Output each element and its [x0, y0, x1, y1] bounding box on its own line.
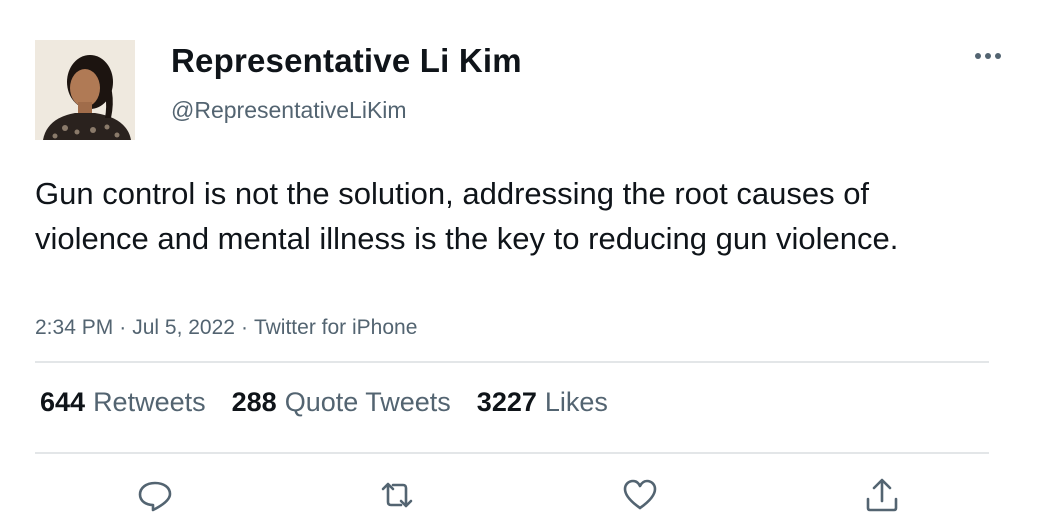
- retweets-count: 644: [40, 387, 86, 417]
- tweet-text: Gun control is not the solution, address…: [35, 176, 899, 256]
- meta-separator: ·: [240, 316, 248, 339]
- quote-tweets-stat[interactable]: 288 Quote Tweets: [232, 387, 451, 418]
- author-display-name[interactable]: Representative Li Kim: [171, 42, 522, 80]
- likes-stat[interactable]: 3227 Likes: [477, 387, 608, 418]
- meta-separator: ·: [119, 316, 127, 339]
- divider: [35, 361, 989, 363]
- divider: [35, 452, 989, 454]
- more-options-button[interactable]: [968, 40, 1008, 72]
- tweet-time[interactable]: 2:34 PM: [35, 316, 113, 339]
- like-button[interactable]: [620, 475, 660, 515]
- likes-count: 3227: [476, 387, 537, 417]
- avatar[interactable]: [35, 40, 135, 140]
- retweet-icon: [381, 482, 413, 508]
- heart-icon: [623, 479, 657, 510]
- quote-tweets-count: 288: [231, 387, 277, 417]
- share-icon: [866, 478, 898, 512]
- reply-button[interactable]: [135, 475, 175, 515]
- tweet-card: Representative Li Kim @RepresentativeLiK…: [0, 0, 1050, 525]
- more-horizontal-icon: [975, 53, 1001, 59]
- likes-label: Likes: [544, 387, 608, 417]
- author-handle[interactable]: @RepresentativeLiKim: [171, 97, 407, 124]
- retweet-button[interactable]: [377, 475, 417, 515]
- engagement-stats: 644 Retweets 288 Quote Tweets 3227 Likes: [40, 387, 634, 418]
- tweet-source[interactable]: Twitter for iPhone: [254, 316, 417, 339]
- retweets-stat[interactable]: 644 Retweets: [40, 387, 206, 418]
- share-button[interactable]: [862, 475, 902, 515]
- tweet-date[interactable]: Jul 5, 2022: [132, 316, 235, 339]
- tweet-metadata: 2:34 PM · Jul 5, 2022 · Twitter for iPhone: [35, 316, 417, 340]
- quote-tweets-label: Quote Tweets: [284, 387, 451, 417]
- retweets-label: Retweets: [93, 387, 206, 417]
- reply-icon: [138, 481, 172, 512]
- avatar-image: [35, 40, 135, 140]
